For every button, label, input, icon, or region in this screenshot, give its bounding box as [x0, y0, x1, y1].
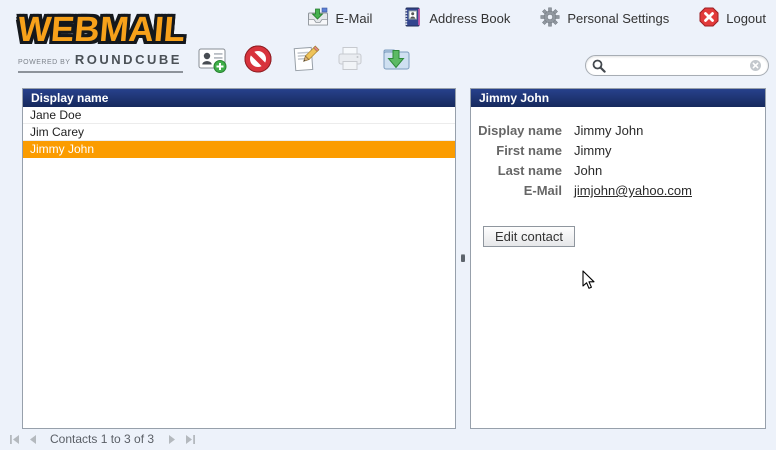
print-button: [334, 45, 366, 77]
nav-address-book-label: Address Book: [429, 11, 510, 26]
gear-icon: [540, 7, 560, 30]
webmail-app: WEBMAIL POWERED BY ROUNDCUBE E-Mail: [0, 0, 776, 450]
add-contact-button[interactable]: [196, 45, 228, 77]
nav-logout-label: Logout: [726, 11, 766, 26]
nav-personal-settings-label: Personal Settings: [567, 11, 669, 26]
field-value-last-name: John: [574, 163, 765, 178]
panel-splitter[interactable]: [459, 252, 466, 264]
contacts-pagination: Contacts 1 to 3 of 3: [8, 432, 196, 446]
contacts-list-header: Display name: [23, 89, 455, 107]
search-clear-icon[interactable]: [749, 59, 762, 72]
previous-page-icon[interactable]: [26, 433, 39, 446]
contact-row-jimmy-john[interactable]: Jimmy John: [23, 141, 455, 158]
nav-email-label: E-Mail: [336, 11, 373, 26]
nav-logout[interactable]: Logout: [699, 7, 766, 30]
contact-fields: Display name Jimmy John First name Jimmy…: [471, 123, 765, 198]
search-box: [585, 55, 769, 76]
field-value-first-name: Jimmy: [574, 143, 765, 158]
import-icon: [380, 43, 412, 80]
top-nav: E-Mail Address Book: [307, 7, 766, 30]
field-label-display-name: Display name: [471, 123, 574, 138]
email-link[interactable]: jimjohn@yahoo.com: [574, 183, 765, 198]
contacts-list-panel: Display name Jane Doe Jim Carey Jimmy Jo…: [22, 88, 456, 429]
pagination-text: Contacts 1 to 3 of 3: [50, 432, 154, 446]
nav-address-book[interactable]: Address Book: [402, 7, 510, 30]
field-label-email: E-Mail: [471, 183, 574, 198]
edit-contact-button[interactable]: Edit contact: [483, 226, 575, 247]
print-icon: [334, 43, 366, 80]
contact-detail-panel: Jimmy John Display name Jimmy John First…: [470, 88, 766, 429]
logo-powered-by: POWERED BY: [18, 59, 70, 66]
next-page-icon[interactable]: [165, 433, 178, 446]
field-value-display-name: Jimmy John: [574, 123, 765, 138]
first-page-icon[interactable]: [8, 433, 21, 446]
logout-icon: [699, 7, 719, 30]
email-icon: [307, 7, 329, 30]
compose-icon: [288, 43, 320, 80]
field-label-last-name: Last name: [471, 163, 574, 178]
delete-contact-button[interactable]: [242, 45, 274, 77]
nav-personal-settings[interactable]: Personal Settings: [540, 7, 669, 30]
contact-detail-header: Jimmy John: [471, 89, 765, 107]
toolbar: [196, 45, 412, 77]
search-input[interactable]: [606, 59, 749, 73]
address-book-icon: [402, 7, 422, 30]
add-contact-icon: [196, 43, 228, 80]
logo-brand: ROUNDCUBE: [75, 52, 182, 67]
logo-title: WEBMAIL: [16, 12, 186, 47]
delete-contact-icon: [242, 43, 274, 80]
last-page-icon[interactable]: [183, 433, 196, 446]
import-button[interactable]: [380, 45, 412, 77]
compose-button[interactable]: [288, 45, 320, 77]
contact-row-jim-carey[interactable]: Jim Carey: [23, 124, 455, 141]
nav-email[interactable]: E-Mail: [307, 7, 373, 30]
webmail-logo: WEBMAIL POWERED BY ROUNDCUBE: [18, 12, 183, 73]
splitter-handle-icon: [461, 255, 465, 262]
field-label-first-name: First name: [471, 143, 574, 158]
contact-row-jane-doe[interactable]: Jane Doe: [23, 107, 455, 124]
search-icon: [592, 59, 606, 73]
